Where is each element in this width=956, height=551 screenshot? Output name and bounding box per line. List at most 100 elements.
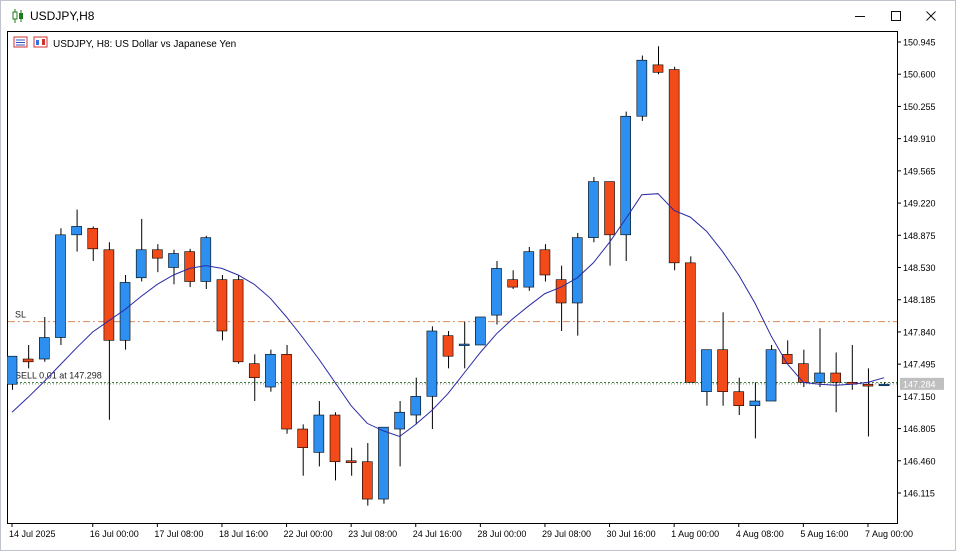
x-tick-label: 5 Aug 16:00: [800, 529, 848, 539]
candle-body: [410, 396, 422, 416]
maximize-icon: [891, 11, 901, 21]
x-tick-label: 29 Jul 08:00: [542, 529, 591, 539]
candle-body: [701, 349, 712, 392]
sell-order-label: SELL 0.01 at 147.298: [15, 371, 102, 381]
candle: [200, 235, 212, 289]
y-tick-label: 146.805: [903, 424, 936, 434]
candle-body: [22, 358, 34, 363]
y-tick-label: 150.255: [903, 102, 936, 112]
close-button[interactable]: [916, 5, 946, 27]
candle-body: [620, 115, 632, 236]
x-tick-label: 14 Jul 2025: [9, 529, 56, 539]
x-tick-label: 24 Jul 16:00: [413, 529, 462, 539]
minimize-button[interactable]: [845, 5, 875, 27]
candle-body: [781, 354, 793, 364]
candle-body: [184, 251, 195, 282]
y-tick-label: 150.945: [903, 38, 936, 48]
candle-body: [378, 426, 389, 500]
candle-body: [248, 363, 260, 378]
candle: [588, 176, 599, 243]
candle-body: [523, 251, 535, 288]
y-tick-label: 149.220: [903, 199, 936, 209]
candle-body: [442, 335, 454, 357]
candle-body: [55, 234, 66, 338]
x-tick-label: 18 Jul 16:00: [219, 529, 268, 539]
candle-body: [507, 279, 518, 288]
candle: [684, 256, 696, 383]
x-tick-label: 30 Jul 16:00: [607, 529, 656, 539]
candle-body: [152, 249, 163, 259]
maximize-button[interactable]: [881, 5, 911, 27]
candle: [475, 316, 486, 346]
candle: [668, 66, 680, 271]
candle-body: [539, 249, 551, 276]
candle: [281, 345, 292, 434]
candle-body: [814, 372, 825, 383]
chart-list-icon[interactable]: [13, 36, 28, 48]
stop-loss-label: SL: [15, 310, 26, 320]
candle-body: [830, 372, 841, 383]
candle: [765, 345, 777, 402]
candle-body: [588, 181, 599, 238]
candle-body: [426, 330, 438, 397]
chart-symbol-description: USDJPY, H8: US Dollar vs Japanese Yen: [53, 39, 236, 50]
candle-body: [636, 59, 648, 117]
candle-body: [103, 249, 115, 341]
close-icon: [926, 11, 936, 21]
candle-body: [555, 279, 567, 304]
candle-body: [216, 279, 228, 332]
candle: [232, 274, 244, 364]
chart-area[interactable]: SL SELL 0.01 at 147.298 150.945 150.600 150…: [6, 31, 951, 546]
candle-body: [684, 262, 696, 383]
candle-body: [475, 316, 486, 346]
candle-body: [329, 414, 341, 463]
candle-body: [232, 279, 244, 363]
candlestick-app-icon: [12, 9, 23, 23]
candle-body: [6, 355, 18, 385]
candle-body: [297, 428, 309, 449]
y-tick-label: 146.460: [903, 456, 936, 466]
candle-body: [394, 411, 405, 430]
x-tick-label: 28 Jul 00:00: [477, 529, 526, 539]
candle-body: [717, 349, 728, 392]
y-tick-label: 149.910: [903, 134, 936, 144]
candle-body: [313, 414, 325, 453]
candle-body: [652, 64, 664, 73]
y-tick-label: 147.495: [903, 360, 936, 370]
candle: [216, 274, 228, 341]
chart-properties-icon[interactable]: [33, 36, 48, 48]
candle-body: [135, 249, 147, 279]
x-tick-label: 1 Aug 00:00: [671, 529, 719, 539]
y-tick-label: 147.150: [903, 392, 936, 402]
candle-body: [878, 383, 890, 387]
candle-body: [87, 227, 99, 250]
candle-body: [200, 237, 212, 282]
candle-body: [265, 354, 276, 388]
candle-body: [281, 354, 292, 430]
y-tick-label: 149.565: [903, 166, 936, 176]
candle-body: [71, 226, 82, 236]
candlestick-chart[interactable]: SL SELL 0.01 at 147.298 150.945 150.600 150…: [6, 31, 951, 546]
candle-body: [491, 268, 502, 316]
candle: [636, 55, 648, 121]
window-title: USDJPY,H8: [30, 9, 95, 23]
candle-body: [733, 391, 745, 406]
candle: [491, 260, 502, 325]
candle: [265, 349, 276, 392]
y-tick-label: 148.530: [903, 263, 936, 273]
candle-body: [862, 383, 874, 387]
x-tick-label: 7 Aug 00:00: [865, 529, 913, 539]
candle-body: [571, 237, 583, 304]
y-tick-label: 146.115: [903, 489, 935, 499]
candle: [523, 246, 535, 291]
candle-body: [458, 343, 470, 346]
title-bar[interactable]: USDJPY,H8: [1, 1, 955, 31]
candle-body: [361, 461, 373, 500]
candle: [55, 228, 66, 346]
chart-window: USDJPY,H8 SL SELL 0.01 at 147.298 150.94…: [0, 0, 956, 551]
y-tick-label: 150.600: [903, 70, 936, 80]
candle-body: [604, 181, 615, 236]
candle-body: [749, 400, 761, 406]
candle-body: [38, 337, 50, 360]
candle-body: [168, 253, 179, 268]
